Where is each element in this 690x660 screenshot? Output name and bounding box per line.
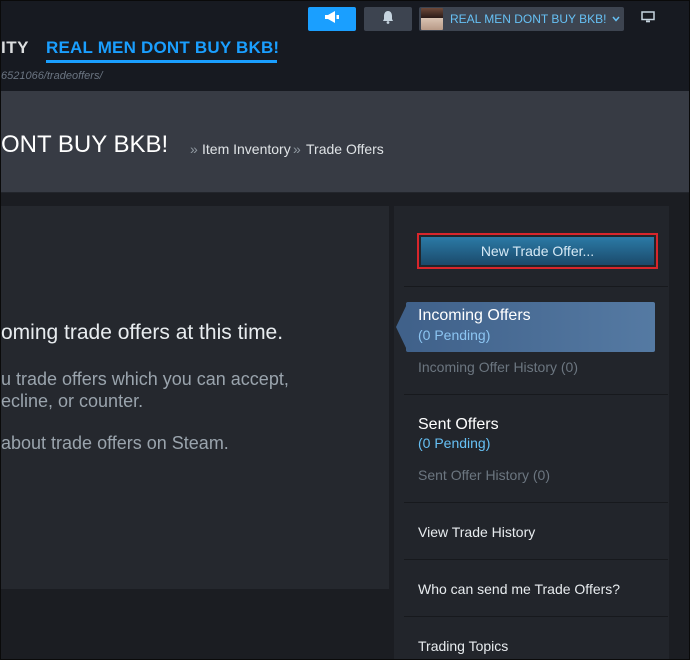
nav-community-link[interactable]: ITY — [1, 38, 29, 58]
avatar — [421, 8, 443, 30]
sent-pending-count: (0 Pending) — [418, 435, 491, 451]
top-nav-bar: REAL MEN DONT BUY BKB! ITY REAL MEN DONT… — [1, 1, 689, 91]
breadcrumb-trade-offers[interactable]: Trade Offers — [306, 141, 384, 157]
big-picture-button[interactable] — [633, 7, 663, 31]
new-trade-offer-label: New Trade Offer... — [421, 237, 654, 265]
info-text-line: ecline, or counter. — [1, 391, 144, 411]
breadcrumb-item-inventory[interactable]: Item Inventory — [202, 141, 291, 157]
incoming-pending-count: (0 Pending) — [418, 327, 491, 343]
megaphone-icon — [324, 10, 340, 29]
account-menu-button[interactable]: REAL MEN DONT BUY BKB! — [419, 7, 624, 31]
sidebar-divider — [404, 559, 668, 560]
bell-icon — [382, 10, 394, 29]
trade-offer-privacy-link[interactable]: Who can send me Trade Offers? — [418, 581, 620, 597]
incoming-offer-history-link[interactable]: Incoming Offer History (0) — [418, 359, 578, 375]
view-trade-history-link[interactable]: View Trade History — [418, 524, 535, 540]
info-link-text[interactable]: about trade offers on Steam. — [1, 433, 229, 454]
notifications-button[interactable] — [364, 7, 412, 31]
sent-offers-title[interactable]: Sent Offers — [418, 416, 499, 434]
page-title[interactable]: ONT BUY BKB! — [1, 131, 168, 159]
monitor-icon — [641, 10, 655, 28]
no-offers-message: oming trade offers at this time. — [1, 321, 284, 344]
nav-user-link[interactable]: REAL MEN DONT BUY BKB! — [46, 38, 279, 58]
trading-topics-link[interactable]: Trading Topics — [418, 638, 508, 654]
app-frame: REAL MEN DONT BUY BKB! ITY REAL MEN DONT… — [0, 0, 690, 660]
incoming-offers-title[interactable]: Incoming Offers — [418, 307, 531, 325]
sidebar-divider — [404, 394, 668, 395]
breadcrumb-separator: » — [293, 141, 301, 157]
new-trade-offer-button[interactable]: New Trade Offer... — [417, 233, 658, 269]
breadcrumb-separator: » — [190, 141, 198, 157]
sidebar-divider — [404, 286, 668, 287]
info-text-line: u trade offers which you can accept, — [1, 369, 289, 389]
page-url: 6521066/tradeoffers/ — [1, 70, 103, 82]
sidebar-divider — [404, 502, 668, 503]
sidebar-divider — [404, 616, 668, 617]
sent-offer-history-link[interactable]: Sent Offer History (0) — [418, 467, 550, 483]
chevron-down-icon — [611, 14, 620, 24]
nav-active-underline — [46, 60, 277, 63]
announcements-button[interactable] — [308, 7, 356, 31]
account-name: REAL MEN DONT BUY BKB! — [450, 12, 607, 26]
